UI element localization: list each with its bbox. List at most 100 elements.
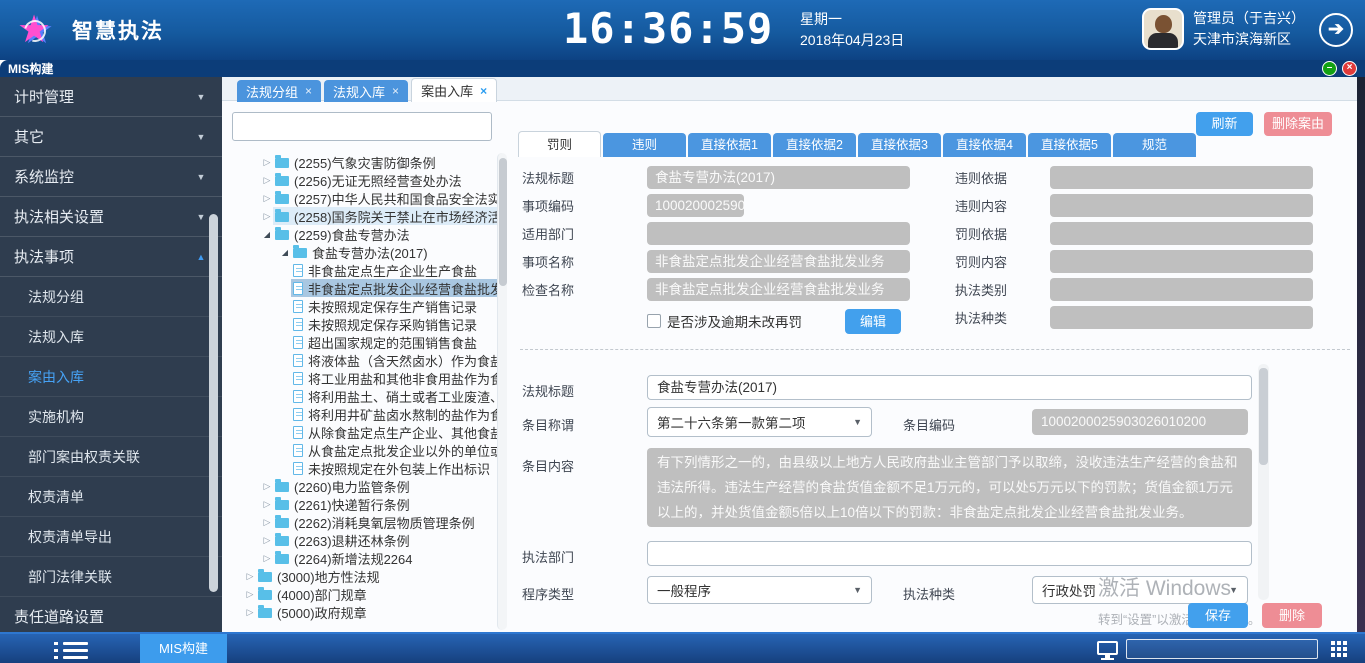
document-icon xyxy=(293,408,303,421)
enforce-kind-label: 执法种类 xyxy=(903,584,955,603)
taskbar-app-button[interactable]: MIS构建 xyxy=(140,634,227,663)
tree-row[interactable]: 从食盐定点批发企业以外的单位或 xyxy=(230,441,497,459)
tree-row[interactable]: (5000)政府规章 xyxy=(230,603,497,621)
tree-scrollbar-thumb[interactable] xyxy=(499,158,507,286)
tab-close-icon[interactable]: × xyxy=(480,85,487,97)
tree-expand-icon[interactable] xyxy=(261,193,273,204)
form-tab[interactable]: 违则 xyxy=(603,133,686,157)
tree-row[interactable]: (2262)消耗臭氧层物质管理条例 xyxy=(230,513,497,531)
logout-icon[interactable]: ➔ xyxy=(1319,13,1353,47)
sidebar-item[interactable]: 部门案由权责关联 xyxy=(0,437,222,477)
sidebar-item[interactable]: 案由入库 xyxy=(0,357,222,397)
tree-row[interactable]: 非食盐定点生产企业生产食盐 xyxy=(230,261,497,279)
tree-row[interactable]: 超出国家规定的范围销售食盐 xyxy=(230,333,497,351)
tree-row[interactable]: 未按照规定保存生产销售记录 xyxy=(230,297,497,315)
sidebar-item[interactable]: 权责清单 xyxy=(0,477,222,517)
content-tab[interactable]: 法规入库 × xyxy=(324,80,408,102)
tree-row[interactable]: (2260)电力监管条例 xyxy=(230,477,497,495)
sidebar-item[interactable]: 法规入库 xyxy=(0,317,222,357)
tree-expand-icon[interactable] xyxy=(261,499,273,510)
sidebar-scrollbar[interactable] xyxy=(209,214,218,592)
tree-row[interactable]: (4000)部门规章 xyxy=(230,585,497,603)
sidebar-item[interactable]: 执法事项 xyxy=(0,237,222,277)
edit-button[interactable]: 编辑 xyxy=(845,309,901,334)
tree-expand-icon[interactable] xyxy=(244,589,256,600)
date-block: 星期一 2018年04月23日 xyxy=(800,9,904,51)
tree-row[interactable]: 将利用井矿盐卤水熬制的盐作为食 xyxy=(230,405,497,423)
tree-row[interactable]: 未按照规定保存采购销售记录 xyxy=(230,315,497,333)
content-tab[interactable]: 法规分组 × xyxy=(237,80,321,102)
tree-row[interactable]: (3000)地方性法规 xyxy=(230,567,497,585)
form-tab[interactable]: 直接依据3 xyxy=(858,133,941,157)
tree-expand-icon[interactable] xyxy=(261,553,273,564)
monitor-icon[interactable] xyxy=(1097,641,1118,655)
taskbar-tray-box xyxy=(1126,639,1318,659)
item-name-select[interactable]: 第二十六条第一款第二项 ▼ xyxy=(647,407,872,437)
form-scrollbar[interactable] xyxy=(1258,364,1269,600)
sidebar-item[interactable]: 责任道路设置 xyxy=(0,597,222,632)
tree-row[interactable]: (2264)新增法规2264 xyxy=(230,549,497,567)
tree-scrollbar[interactable] xyxy=(497,153,507,630)
tree-expand-icon[interactable] xyxy=(261,481,273,492)
tree-row[interactable]: 将液体盐（含天然卤水）作为食盐 xyxy=(230,351,497,369)
form-scrollbar-thumb[interactable] xyxy=(1259,368,1268,465)
tree-expand-icon[interactable] xyxy=(244,607,256,618)
sidebar-item[interactable]: 实施机构 xyxy=(0,397,222,437)
tree-row[interactable]: 从除食盐定点生产企业、其他食盐 xyxy=(230,423,497,441)
form-tab[interactable]: 直接依据4 xyxy=(943,133,1026,157)
tree-row[interactable]: (2263)退耕还林条例 xyxy=(230,531,497,549)
delete-button[interactable]: 删除 xyxy=(1262,603,1322,628)
overdue-checkbox[interactable] xyxy=(647,314,661,328)
minimize-icon[interactable]: – xyxy=(1322,61,1337,76)
sidebar-item[interactable]: 权责清单导出 xyxy=(0,517,222,557)
tree-row[interactable]: 非食盐定点批发企业经营食盐批发 xyxy=(230,279,497,297)
field-label: 事项名称 xyxy=(522,252,647,271)
tree-row[interactable]: (2258)国务院关于禁止在市场经济活动 xyxy=(230,207,497,225)
tree-expand-icon[interactable] xyxy=(261,211,273,222)
sidebar-item[interactable]: 计时管理 xyxy=(0,77,222,117)
tree-expand-icon[interactable] xyxy=(261,157,273,168)
refresh-button[interactable]: 刷新 xyxy=(1196,112,1253,136)
content-tab[interactable]: 案由入库 × xyxy=(411,78,497,102)
tree-expand-icon[interactable] xyxy=(261,517,273,528)
tree-row[interactable]: (2261)快递暂行条例 xyxy=(230,495,497,513)
sidebar-item[interactable]: 部门法律关联 xyxy=(0,557,222,597)
tree-row[interactable]: 将利用盐土、硝土或者工业废渣、 xyxy=(230,387,497,405)
tree-row[interactable]: (2257)中华人民共和国食品安全法实施 xyxy=(230,189,497,207)
delete-case-button[interactable]: 删除案由 xyxy=(1264,112,1332,136)
form-tab[interactable]: 罚则 xyxy=(518,131,601,157)
tree-row[interactable]: 未按照规定在外包装上作出标识 xyxy=(230,459,497,477)
sidebar-item[interactable]: 系统监控 xyxy=(0,157,222,197)
tree-search-input[interactable] xyxy=(232,112,492,141)
tree-row[interactable]: 将工业用盐和其他非食用盐作为食 xyxy=(230,369,497,387)
tree-expand-icon[interactable] xyxy=(244,571,256,582)
form-tab[interactable]: 直接依据2 xyxy=(773,133,856,157)
tree-item-label: 超出国家规定的范围销售食盐 xyxy=(308,333,477,351)
sidebar-item[interactable]: 执法相关设置 xyxy=(0,197,222,237)
form-tab[interactable]: 直接依据1 xyxy=(688,133,771,157)
tree-row[interactable]: (2256)无证无照经营查处办法 xyxy=(230,171,497,189)
tab-close-icon[interactable]: × xyxy=(305,85,312,97)
tree-expand-icon[interactable] xyxy=(261,175,273,186)
tree-row[interactable]: (2259)食盐专营办法 xyxy=(230,225,497,243)
tree-row[interactable]: (2255)气象灾害防御条例 xyxy=(230,153,497,171)
tree-expand-icon[interactable] xyxy=(261,229,273,239)
form-tab[interactable]: 直接依据5 xyxy=(1028,133,1111,157)
enforce-dept-input[interactable] xyxy=(647,541,1252,566)
law-title-input[interactable]: 食盐专营办法(2017) xyxy=(647,375,1252,400)
start-menu-icon[interactable] xyxy=(54,642,88,659)
folder-icon xyxy=(275,500,289,510)
tab-close-icon[interactable]: × xyxy=(392,85,399,97)
tree-expand-icon[interactable] xyxy=(279,247,291,257)
tree-expand-icon[interactable] xyxy=(261,535,273,546)
form-tab[interactable]: 规范 xyxy=(1113,133,1196,157)
form-tabs: 罚则 违则 直接依据1 直接依据2 直接依据3 直接依据4 直接依据5 规范 xyxy=(518,131,1198,157)
procedure-type-select[interactable]: 一般程序 ▼ xyxy=(647,576,872,604)
save-button[interactable]: 保存 xyxy=(1188,603,1248,628)
tree-row[interactable]: 食盐专营办法(2017) xyxy=(230,243,497,261)
taskbar: MIS构建 xyxy=(0,632,1365,663)
close-icon[interactable]: × xyxy=(1342,61,1357,76)
sidebar-item[interactable]: 法规分组 xyxy=(0,277,222,317)
sidebar-item[interactable]: 其它 xyxy=(0,117,222,157)
app-grid-icon[interactable] xyxy=(1331,641,1349,659)
